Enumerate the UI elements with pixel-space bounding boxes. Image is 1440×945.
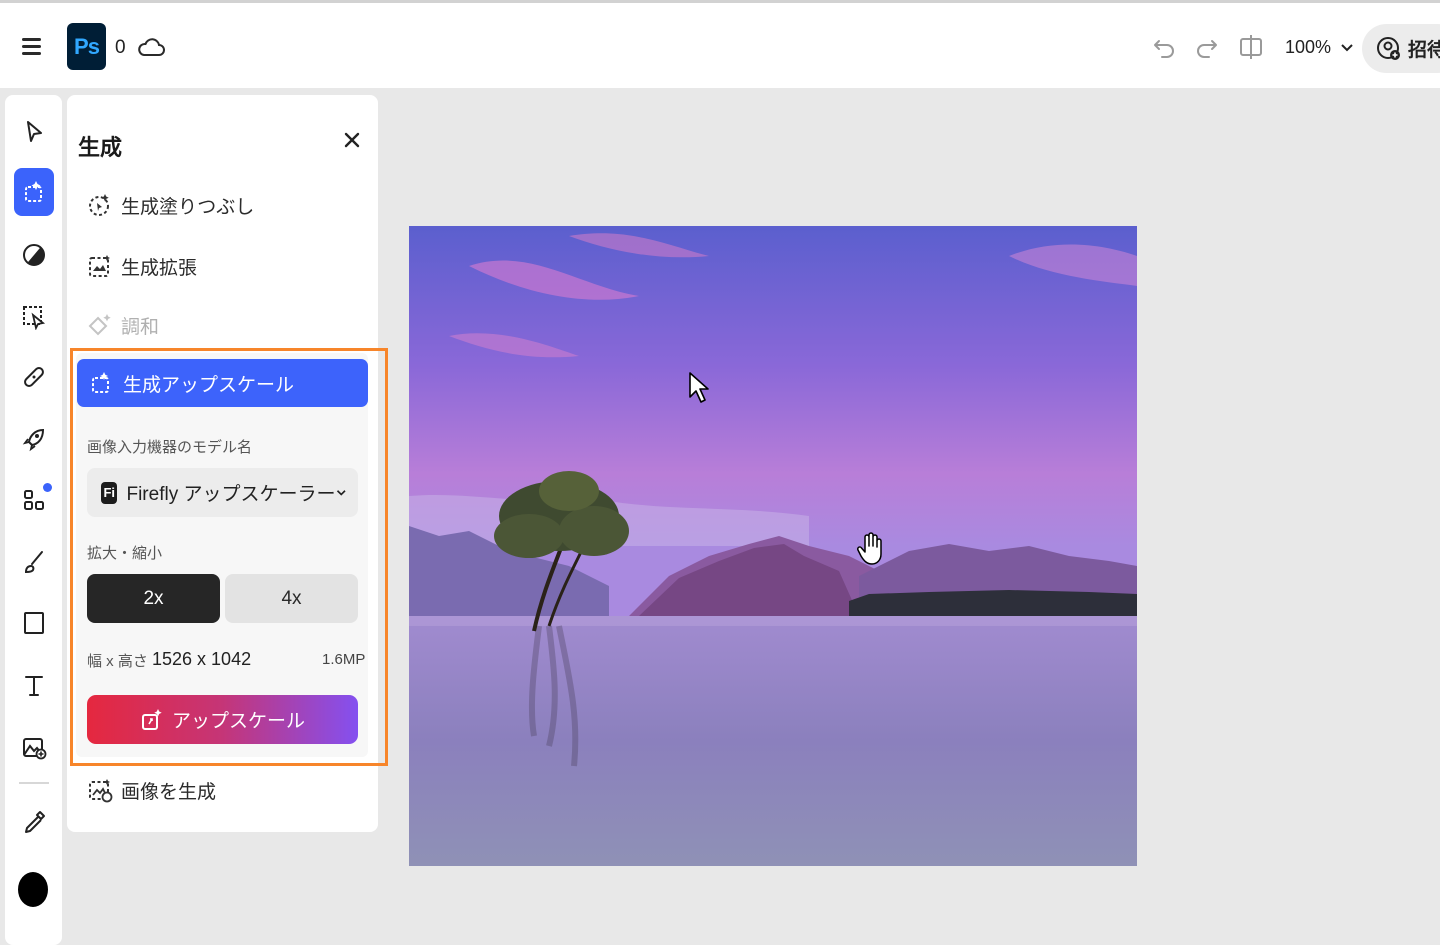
adjust-icon: [23, 244, 45, 266]
generate-image-item[interactable]: 画像を生成: [87, 772, 216, 808]
undo-icon[interactable]: [1150, 33, 1178, 61]
hand-cursor-icon: [857, 532, 882, 565]
doc-count: 0: [115, 37, 126, 58]
heal-tool[interactable]: [14, 357, 54, 397]
rocket-icon: [22, 428, 45, 452]
left-toolbar: [5, 95, 62, 945]
canvas-image[interactable]: [409, 226, 1137, 866]
invite-label: 招待: [1408, 40, 1440, 61]
generative-expand-icon: [89, 255, 110, 277]
landscape-photo: [409, 226, 1137, 866]
select-tool[interactable]: [14, 112, 54, 152]
harmonize-item: 調和: [87, 307, 159, 343]
generate-icon: [25, 181, 42, 202]
generative-fill-icon: [89, 194, 109, 216]
foreground-color-swatch[interactable]: [18, 872, 48, 907]
mouse-pointer-icon: [689, 372, 709, 403]
generative-fill-item[interactable]: 生成塗りつぶし: [87, 187, 254, 223]
harmonize-icon: [88, 314, 111, 336]
brush-tool[interactable]: [14, 542, 54, 582]
generative-expand-label: 生成拡張: [121, 257, 198, 279]
highlight-box: [70, 348, 388, 766]
eyedropper-icon: [25, 811, 45, 833]
harmonize-label: 調和: [121, 316, 160, 338]
generative-expand-item[interactable]: 生成拡張: [87, 248, 197, 284]
panel-title: 生成: [78, 135, 123, 160]
shape-tool[interactable]: [14, 603, 54, 643]
app-logo[interactable]: Ps: [67, 23, 106, 70]
zoom-value: 100%: [1285, 37, 1332, 57]
generate-image-tool[interactable]: [14, 727, 54, 767]
cloud-icon[interactable]: [137, 33, 165, 61]
generate-image-icon: [23, 738, 47, 760]
brush-icon: [24, 551, 43, 574]
menu-icon[interactable]: [22, 36, 44, 56]
generative-fill-label: 生成塗りつぶし: [121, 196, 255, 218]
rectangle-icon: [24, 612, 44, 634]
redo-icon[interactable]: [1193, 33, 1221, 61]
generate-image-icon: [89, 779, 113, 803]
compare-icon[interactable]: [1237, 33, 1265, 61]
toolbar-divider: [19, 782, 49, 784]
close-icon[interactable]: [341, 129, 363, 151]
apps-icon: [24, 490, 44, 510]
select-icon: [27, 121, 42, 142]
invite-button[interactable]: 招待: [1362, 24, 1440, 73]
top-bar: Ps 0 100% 招待: [0, 0, 1440, 88]
text-tool[interactable]: [14, 665, 54, 705]
heal-icon: [24, 367, 44, 387]
generate-tool[interactable]: [14, 168, 54, 216]
zoom-dropdown[interactable]: 100%: [1285, 37, 1354, 58]
selection-tool[interactable]: [14, 297, 54, 337]
text-icon: [25, 676, 43, 696]
generate-image-label: 画像を生成: [121, 781, 217, 803]
add-user-icon: [1377, 36, 1400, 60]
adjust-tool[interactable]: [14, 235, 54, 275]
selection-icon: [23, 306, 46, 330]
eyedropper-tool[interactable]: [14, 802, 54, 842]
chevron-down-icon: [1341, 43, 1353, 51]
notification-dot: [43, 483, 52, 492]
quick-actions-tool[interactable]: [14, 419, 54, 459]
add-ons-tool[interactable]: [14, 480, 54, 520]
